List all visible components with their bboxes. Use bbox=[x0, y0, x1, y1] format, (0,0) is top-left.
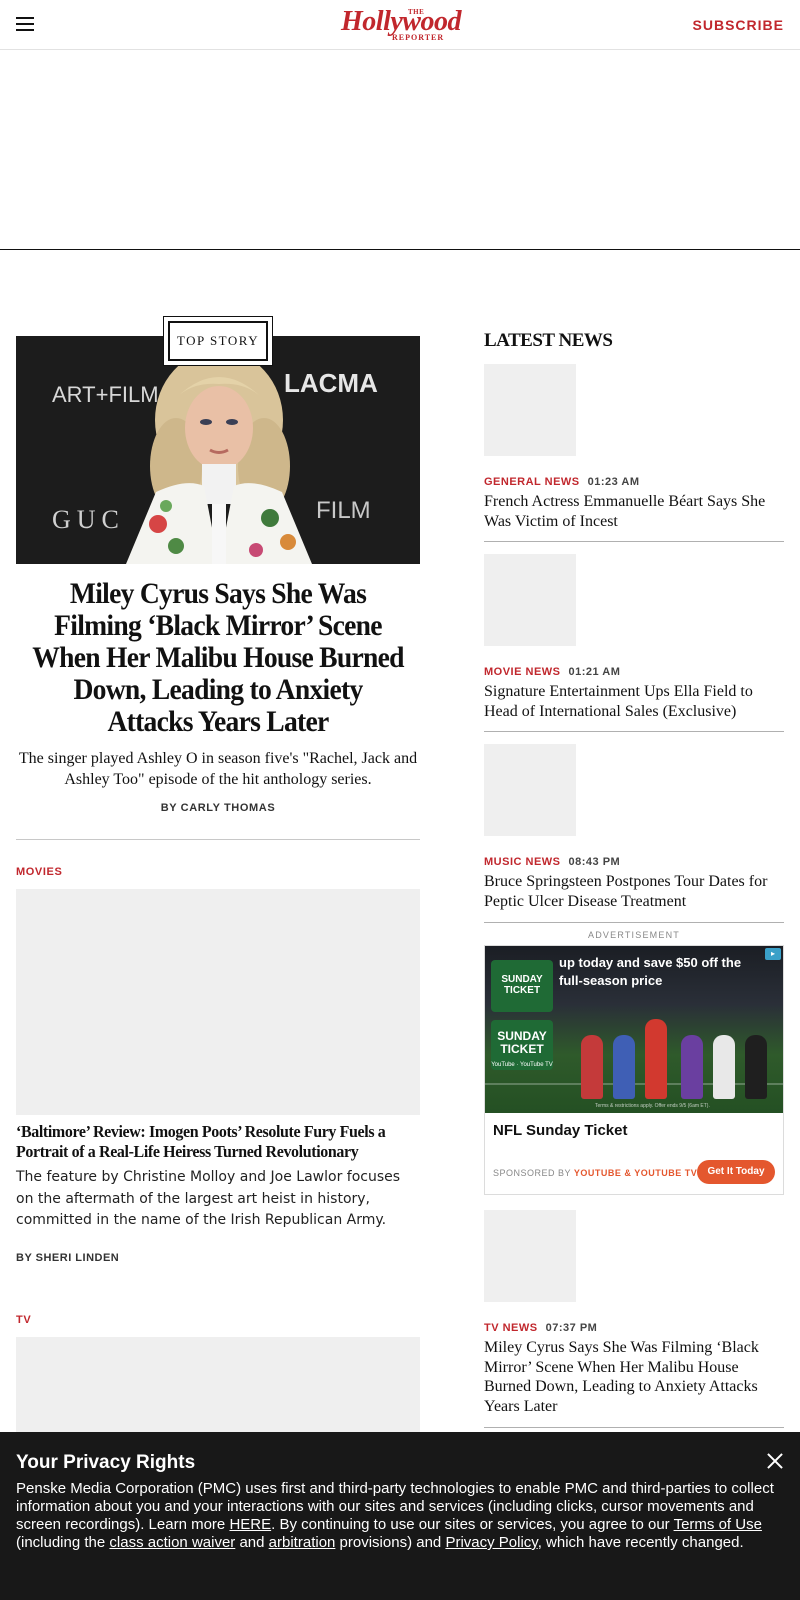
ad-player bbox=[581, 1035, 603, 1099]
privacy-title: Your Privacy Rights bbox=[16, 1452, 196, 1473]
news-headline[interactable]: French Actress Emmanuelle Béart Says She… bbox=[484, 492, 784, 531]
tv-story-image[interactable] bbox=[16, 1337, 420, 1447]
privacy-text-part: (including the bbox=[16, 1534, 110, 1551]
site-logo[interactable]: Hollywood THE REPORTER bbox=[336, 6, 466, 44]
news-meta: GENERAL NEWS 01:23 AM bbox=[484, 476, 640, 488]
privacy-policy-link[interactable]: Privacy Policy bbox=[445, 1534, 537, 1551]
top-story-byline[interactable]: BY CARLY THOMAS bbox=[16, 802, 420, 814]
logo-the: THE bbox=[408, 8, 425, 16]
ad-sponsor-prefix: SPONSORED BY bbox=[493, 1168, 571, 1178]
top-story-dek: The singer played Ashley O in season fiv… bbox=[18, 750, 418, 788]
site-header: Hollywood THE REPORTER SUBSCRIBE bbox=[0, 0, 800, 50]
movies-category-link[interactable]: MOVIES bbox=[16, 866, 62, 878]
ad-fine-print: Terms & restrictions apply. Offer ends 9… bbox=[595, 1103, 710, 1109]
advertisement-label: ADVERTISEMENT bbox=[588, 930, 680, 940]
ad-sponsor-brand[interactable]: YOUTUBE & YOUTUBE TV bbox=[574, 1168, 697, 1178]
top-story-headline[interactable]: Miley Cyrus Says She Was Filming ‘Black … bbox=[32, 578, 404, 738]
top-ad-slot bbox=[0, 50, 800, 250]
news-divider bbox=[484, 1427, 784, 1428]
news-time: 08:43 PM bbox=[568, 856, 621, 868]
ad-badge-large-text: SUNDAY TICKET bbox=[497, 1029, 547, 1056]
ad-sponsor: SPONSORED BY YOUTUBE & YOUTUBE TV bbox=[493, 1168, 697, 1178]
privacy-text-part: and bbox=[235, 1534, 269, 1551]
backdrop-bottom-right-text: FILM bbox=[316, 497, 371, 524]
privacy-text-part: , which have recently changed. bbox=[537, 1534, 744, 1551]
privacy-text: Penske Media Corporation (PMC) uses firs… bbox=[16, 1480, 776, 1552]
ad-player bbox=[613, 1035, 635, 1099]
ad-title[interactable]: NFL Sunday Ticket bbox=[493, 1122, 627, 1139]
backdrop-right-text: LACMA bbox=[284, 368, 378, 398]
news-meta: TV NEWS 07:37 PM bbox=[484, 1322, 597, 1334]
ad-choices-icon[interactable]: ▸ bbox=[765, 948, 781, 960]
news-time: 01:21 AM bbox=[568, 666, 621, 678]
ad-player bbox=[713, 1035, 735, 1099]
ad-badge: SUNDAY TICKET bbox=[491, 960, 553, 1012]
ad-player bbox=[645, 1019, 667, 1099]
movies-story-headline[interactable]: ‘Baltimore’ Review: Imogen Poots’ Resolu… bbox=[16, 1122, 396, 1162]
ad-image-text: up today and save $50 off the full-seaso… bbox=[559, 955, 742, 988]
backdrop-left-text: ART+FILM bbox=[52, 382, 159, 407]
news-meta: MOVIE NEWS 01:21 AM bbox=[484, 666, 620, 678]
ad-cta-button[interactable]: Get It Today bbox=[697, 1160, 775, 1184]
ad-badge-large: SUNDAY TICKET YouTube · YouTube TV bbox=[491, 1020, 553, 1070]
news-thumbnail[interactable] bbox=[484, 744, 576, 836]
news-divider bbox=[484, 731, 784, 732]
close-icon[interactable] bbox=[766, 1452, 784, 1470]
news-divider bbox=[484, 922, 784, 923]
privacy-link-here[interactable]: HERE bbox=[229, 1516, 271, 1533]
logo-wordmark: Hollywood bbox=[341, 6, 461, 37]
news-headline[interactable]: Miley Cyrus Says She Was Filming ‘Black … bbox=[484, 1338, 784, 1416]
ad-image[interactable]: SUNDAY TICKET SUNDAY TICKET YouTube · Yo… bbox=[485, 946, 783, 1113]
terms-of-use-link[interactable]: Terms of Use bbox=[674, 1516, 762, 1533]
ad-badge-sub: YouTube · YouTube TV bbox=[491, 1062, 553, 1068]
advertisement-unit[interactable]: SUNDAY TICKET SUNDAY TICKET YouTube · Yo… bbox=[484, 945, 784, 1195]
latest-news-title: LATEST NEWS bbox=[484, 330, 613, 351]
news-headline[interactable]: Signature Entertainment Ups Ella Field t… bbox=[484, 682, 784, 721]
news-time: 01:23 AM bbox=[587, 476, 640, 488]
news-meta: MUSIC NEWS 08:43 PM bbox=[484, 856, 620, 868]
top-story-photo: ART+FILM LACMA GUC FILM bbox=[16, 336, 420, 564]
news-thumbnail[interactable] bbox=[484, 554, 576, 646]
movies-story-byline[interactable]: BY SHERI LINDEN bbox=[16, 1252, 119, 1264]
class-action-waiver-link[interactable]: class action waiver bbox=[109, 1534, 235, 1551]
news-category[interactable]: GENERAL NEWS bbox=[484, 476, 580, 488]
news-headline[interactable]: Bruce Springsteen Postpones Tour Dates f… bbox=[484, 872, 784, 911]
news-category[interactable]: MOVIE NEWS bbox=[484, 666, 561, 678]
privacy-banner: Your Privacy Rights Penske Media Corpora… bbox=[0, 1432, 800, 1600]
backdrop-bottom-left-text: GUC bbox=[52, 505, 125, 534]
top-story-badge-label: TOP STORY bbox=[168, 321, 268, 361]
privacy-text-part: . By continuing to use our sites or serv… bbox=[271, 1516, 674, 1533]
news-divider bbox=[484, 541, 784, 542]
movies-story-image[interactable] bbox=[16, 889, 420, 1115]
news-thumbnail[interactable] bbox=[484, 1210, 576, 1302]
news-thumbnail[interactable] bbox=[484, 364, 576, 456]
section-divider bbox=[16, 839, 420, 840]
top-story-badge: TOP STORY bbox=[163, 316, 273, 366]
ad-badge-text: SUNDAY TICKET bbox=[501, 974, 543, 996]
privacy-text-part: provisions) and bbox=[335, 1534, 446, 1551]
tv-category-link[interactable]: TV bbox=[16, 1314, 31, 1326]
news-time: 07:37 PM bbox=[545, 1322, 598, 1334]
ad-player bbox=[745, 1035, 767, 1099]
movies-story-dek: The feature by Christine Molloy and Joe … bbox=[16, 1169, 401, 1228]
logo-reporter: REPORTER bbox=[392, 33, 445, 42]
top-story-image[interactable]: ART+FILM LACMA GUC FILM bbox=[16, 336, 420, 564]
subscribe-link[interactable]: SUBSCRIBE bbox=[693, 17, 784, 33]
news-category[interactable]: MUSIC NEWS bbox=[484, 856, 561, 868]
news-category[interactable]: TV NEWS bbox=[484, 1322, 538, 1334]
arbitration-link[interactable]: arbitration bbox=[269, 1534, 336, 1551]
ad-player bbox=[681, 1035, 703, 1099]
hamburger-menu-icon[interactable] bbox=[16, 17, 34, 31]
